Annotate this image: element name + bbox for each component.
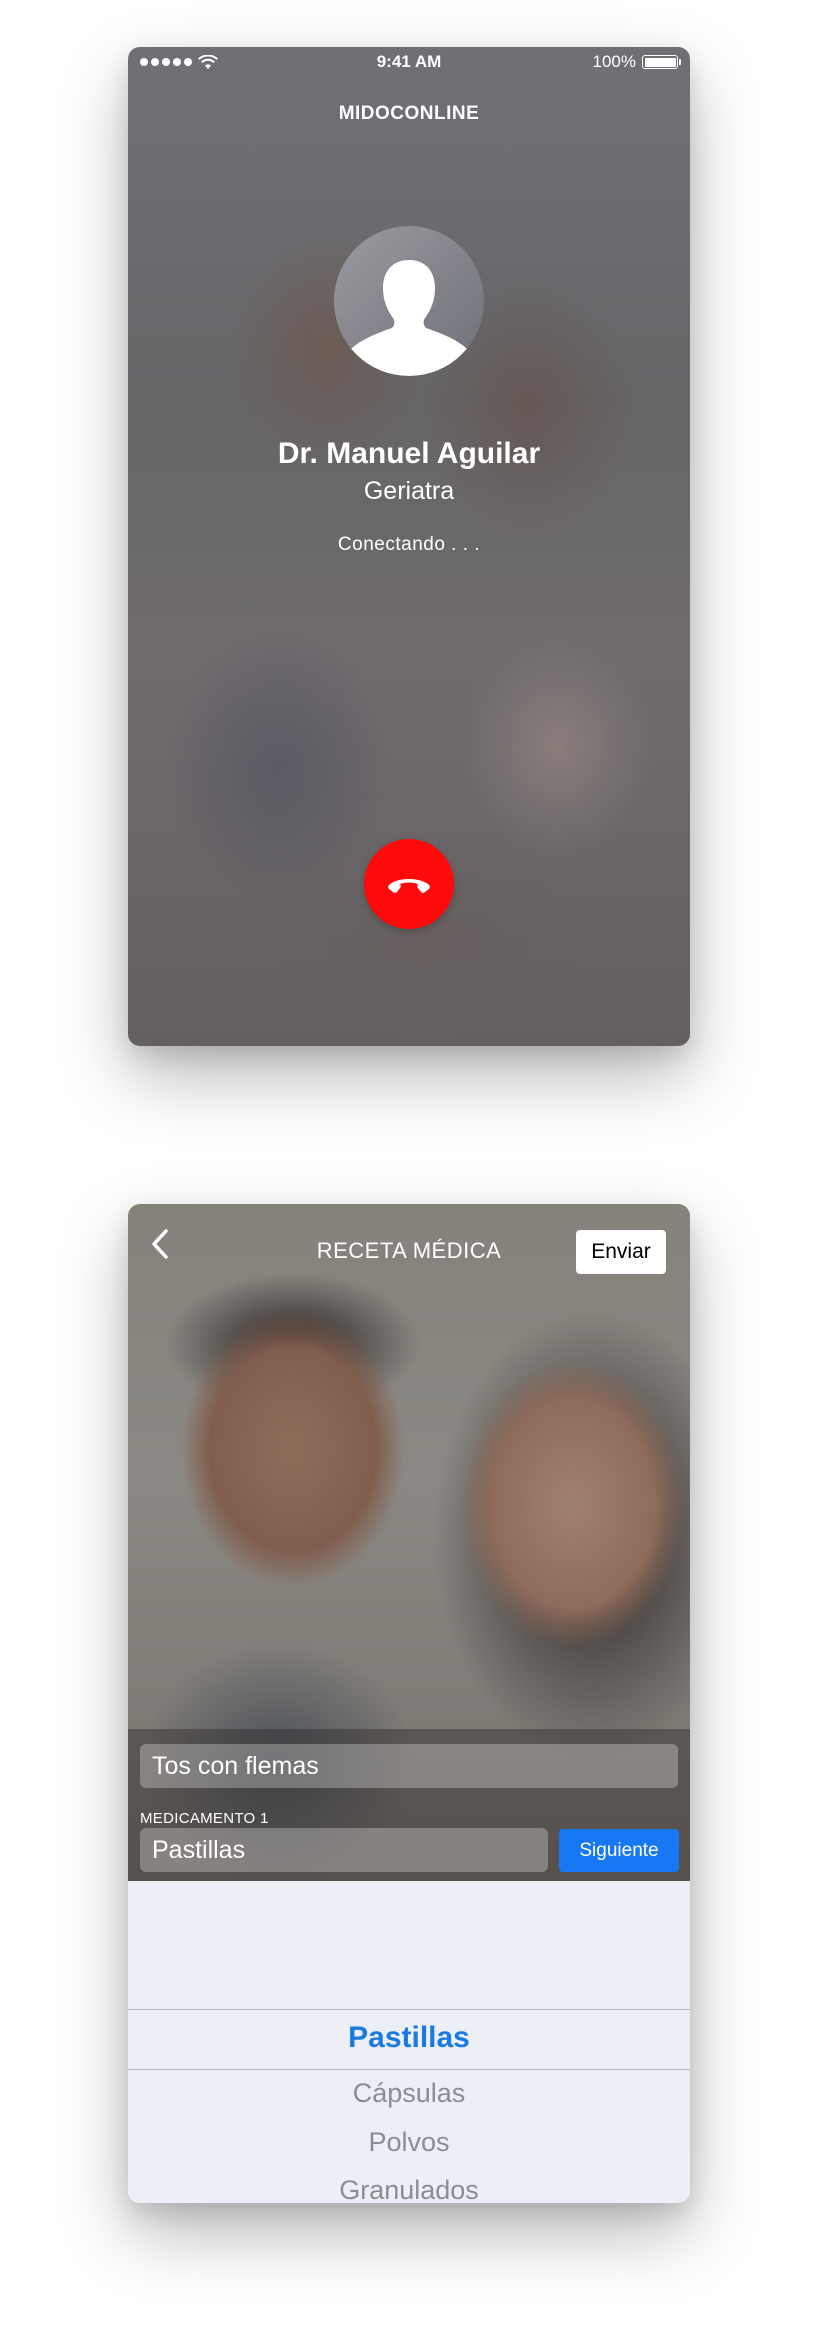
next-button[interactable]: Siguiente bbox=[559, 1829, 679, 1872]
picker-option[interactable]: Cápsulas bbox=[128, 2078, 690, 2109]
picker-option[interactable]: Granulados bbox=[128, 2175, 690, 2203]
medication-field[interactable]: Pastillas bbox=[140, 1828, 548, 1872]
symptom-field[interactable]: Tos con flemas bbox=[140, 1744, 678, 1788]
status-bar: 9:41 AM 100% bbox=[128, 47, 690, 77]
picker-option-selected[interactable]: Pastillas bbox=[128, 2021, 690, 2055]
phone-hangup-icon bbox=[388, 879, 430, 893]
avatar bbox=[334, 226, 484, 376]
send-button[interactable]: Enviar bbox=[576, 1230, 666, 1274]
picker-divider bbox=[128, 2069, 690, 2070]
doctor-name: Dr. Manuel Aguilar bbox=[277, 437, 541, 470]
call-screen: 9:41 AM 100% MIDOCONLINE Dr. Manuel Agui… bbox=[128, 47, 690, 1046]
battery-icon bbox=[642, 55, 681, 69]
doctor-specialty: Geriatra bbox=[363, 477, 455, 505]
prescription-screen: RECETA MÉDICA Enviar Tos con flemas MEDI… bbox=[128, 1204, 690, 2203]
user-silhouette-icon bbox=[348, 260, 470, 376]
medication-label: MEDICAMENTO 1 bbox=[140, 1810, 269, 1827]
medication-picker[interactable]: Pastillas Cápsulas Polvos Granulados bbox=[128, 1881, 690, 2203]
app-title: MIDOCONLINE bbox=[338, 103, 480, 124]
status-time: 9:41 AM bbox=[376, 52, 442, 71]
hangup-button[interactable] bbox=[364, 839, 454, 929]
picker-option[interactable]: Polvos bbox=[128, 2127, 690, 2158]
picker-divider bbox=[128, 2009, 690, 2010]
call-status: Conectando . . . bbox=[337, 534, 481, 555]
